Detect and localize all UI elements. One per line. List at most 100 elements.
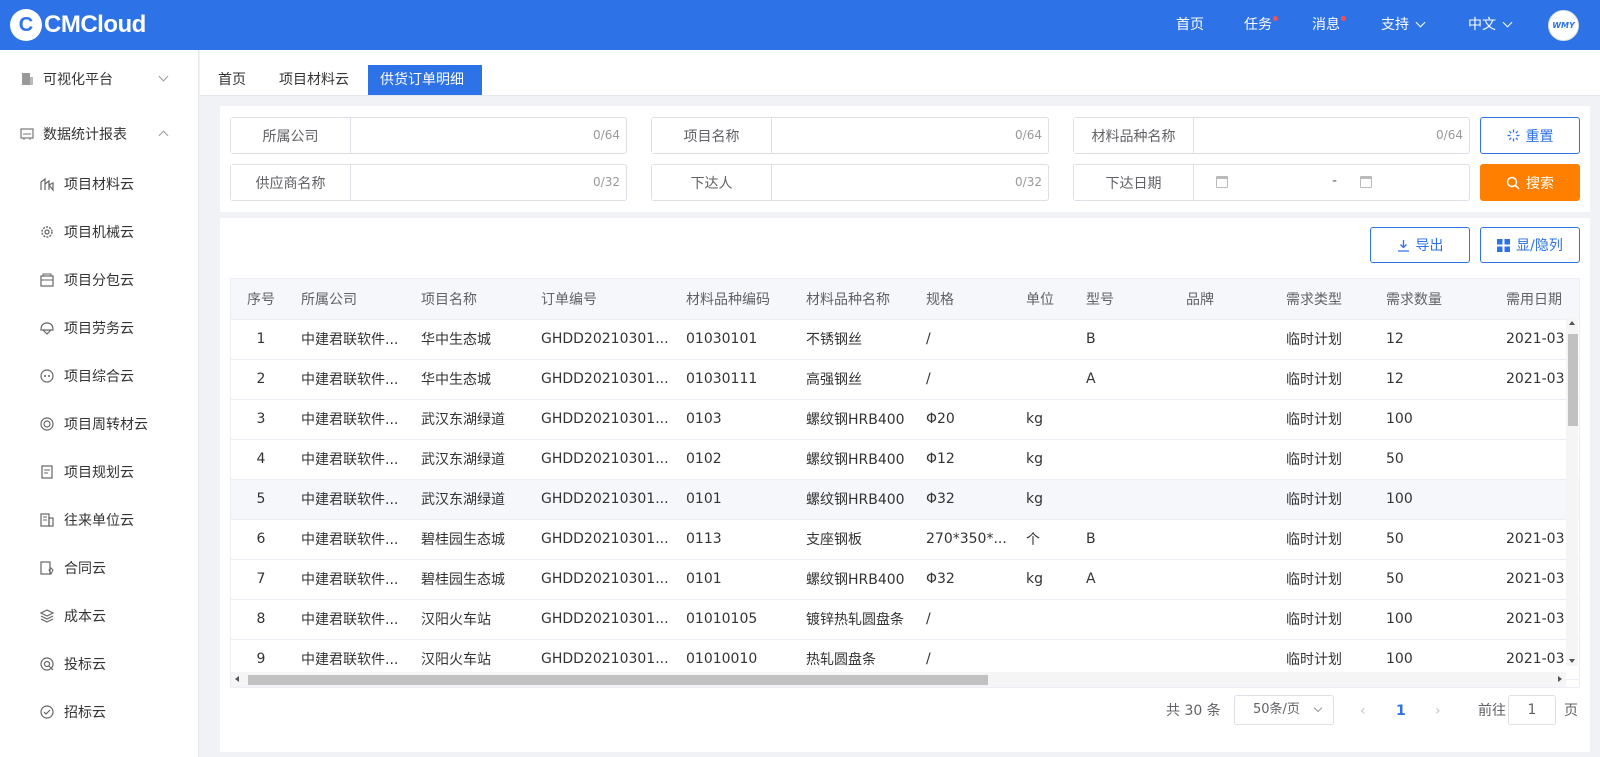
- nav-home[interactable]: 首页: [1176, 0, 1204, 50]
- sidebar-item-turnover[interactable]: 项目周转材云: [0, 409, 199, 439]
- nav-tasks[interactable]: 任务: [1244, 0, 1278, 50]
- column-header[interactable]: 项目名称: [411, 279, 531, 320]
- logo[interactable]: C CMCloud: [10, 9, 146, 41]
- building-icon: [22, 73, 33, 85]
- issuer-input[interactable]: 0/32: [772, 165, 1048, 200]
- sidebar-group-visualization[interactable]: 可视化平台: [0, 64, 199, 94]
- logo-mark: C: [10, 9, 42, 41]
- sidebar-item-label: 招标云: [64, 705, 106, 721]
- column-header[interactable]: 所属公司: [291, 279, 411, 320]
- nav-support[interactable]: 支持: [1381, 0, 1426, 50]
- scroll-down-arrow-icon[interactable]: [1569, 659, 1575, 663]
- reset-button[interactable]: 重置: [1480, 117, 1580, 154]
- table-cell: 0101: [676, 559, 796, 600]
- table-row[interactable]: 3 中建君联软件... 武汉东湖绿道 GHDD20210301... 0103 螺纹钢HR…: [231, 399, 1579, 440]
- table-cell: kg: [1016, 559, 1076, 600]
- search-button[interactable]: 搜索: [1480, 164, 1580, 201]
- messages-badge-dot: [1341, 16, 1346, 21]
- table-cell: 0113: [676, 519, 796, 560]
- column-header[interactable]: 订单编号: [531, 279, 676, 320]
- table-cell: 8: [231, 599, 291, 640]
- table-cell: kg: [1016, 439, 1076, 480]
- sidebar-item-subcontract[interactable]: 项目分包云: [0, 265, 199, 295]
- table-row[interactable]: 7 中建君联软件... 碧桂园生态城 GHDD20210301... 0101 螺纹钢HR…: [231, 559, 1579, 600]
- table-cell: 12: [1376, 359, 1496, 400]
- column-header[interactable]: 需求数量: [1376, 279, 1496, 320]
- office-building-icon: [40, 513, 54, 527]
- table-cell: 螺纹钢HRB400: [796, 439, 916, 480]
- company-input[interactable]: 0/64: [351, 118, 626, 153]
- sidebar-item-labor[interactable]: 项目劳务云: [0, 313, 199, 343]
- column-header[interactable]: 序号: [231, 279, 291, 320]
- supplier-input[interactable]: 0/32: [351, 165, 626, 200]
- table-cell: GHDD20210301...: [531, 479, 676, 520]
- filter-label: 供应商名称: [231, 165, 351, 200]
- nav-language[interactable]: 中文: [1468, 0, 1513, 50]
- column-header[interactable]: 规格: [916, 279, 1016, 320]
- nav-messages[interactable]: 消息: [1312, 0, 1346, 50]
- sidebar-item-tender[interactable]: 招标云: [0, 697, 199, 727]
- column-header[interactable]: 单位: [1016, 279, 1076, 320]
- material-input[interactable]: 0/64: [1194, 118, 1469, 153]
- bid-icon: [40, 657, 54, 671]
- export-button[interactable]: 导出: [1370, 227, 1470, 263]
- column-header[interactable]: 品牌: [1176, 279, 1276, 320]
- tender-icon: [40, 705, 54, 719]
- prev-page-button[interactable]: ‹: [1360, 696, 1366, 726]
- table-cell: 12: [1376, 319, 1496, 360]
- table-cell: 支座钢板: [796, 519, 916, 560]
- scroll-right-arrow-icon[interactable]: [1558, 676, 1562, 682]
- table-cell: 临时计划: [1276, 479, 1376, 520]
- scroll-left-arrow-icon[interactable]: [235, 676, 239, 682]
- table-row[interactable]: 5 中建君联软件... 武汉东湖绿道 GHDD20210301... 0101 螺纹钢HR…: [231, 479, 1579, 520]
- horizontal-scroll-thumb[interactable]: [248, 675, 988, 685]
- sidebar-item-bid[interactable]: 投标云: [0, 649, 199, 679]
- sidebar-group-reports[interactable]: 数据统计报表: [0, 119, 199, 149]
- table-cell: 螺纹钢HRB400: [796, 479, 916, 520]
- filter-project: 项目名称 0/64: [651, 117, 1049, 154]
- sidebar-item-partners[interactable]: 往来单位云: [0, 505, 199, 535]
- toggle-columns-button[interactable]: 显/隐列: [1480, 227, 1580, 263]
- horizontal-scrollbar[interactable]: [231, 672, 1566, 687]
- sidebar-item-cost[interactable]: 成本云: [0, 601, 199, 631]
- table-row[interactable]: 6 中建君联软件... 碧桂园生态城 GHDD20210301... 0113 支座钢板 2…: [231, 519, 1579, 560]
- tab-supply-order-detail[interactable]: 供货订单明细: [368, 65, 482, 95]
- sidebar-item-contract[interactable]: 合同云: [0, 553, 199, 583]
- chevron-down-icon: [1415, 17, 1426, 28]
- page-number-current[interactable]: 1: [1396, 696, 1406, 726]
- tab-home[interactable]: 首页: [206, 65, 258, 95]
- table-cell: [1176, 359, 1276, 400]
- table-cell: 3: [231, 399, 291, 440]
- next-page-button[interactable]: ›: [1435, 696, 1441, 726]
- sidebar-item-planning[interactable]: 项目规划云: [0, 457, 199, 487]
- sidebar-item-materials[interactable]: 项目材料云: [0, 169, 199, 199]
- tab-materials-cloud[interactable]: 项目材料云: [267, 65, 361, 95]
- table-row[interactable]: 1 中建君联软件... 华中生态城 GHDD20210301... 01030101 不锈…: [231, 319, 1579, 360]
- table-cell: 个: [1016, 519, 1076, 560]
- table-row[interactable]: 4 中建君联软件... 武汉东湖绿道 GHDD20210301... 0102 螺纹钢HR…: [231, 439, 1579, 480]
- table-row[interactable]: 2 中建君联软件... 华中生态城 GHDD20210301... 01030111 高强…: [231, 359, 1579, 400]
- table-cell: 碧桂园生态城: [411, 559, 531, 600]
- project-input[interactable]: 0/64: [772, 118, 1048, 153]
- column-header[interactable]: 需求类型: [1276, 279, 1376, 320]
- sidebar-item-machinery[interactable]: 项目机械云: [0, 217, 199, 247]
- column-header[interactable]: 材料品种编码: [676, 279, 796, 320]
- page-size-select[interactable]: 50条/页: [1234, 695, 1334, 725]
- column-header[interactable]: 材料品种名称: [796, 279, 916, 320]
- export-label: 导出: [1415, 238, 1444, 254]
- vertical-scroll-thumb[interactable]: [1568, 334, 1578, 426]
- date-range-picker[interactable]: -: [1194, 165, 1469, 200]
- column-header[interactable]: 型号: [1076, 279, 1176, 320]
- table-cell: 临时计划: [1276, 439, 1376, 480]
- table-cell: 2: [231, 359, 291, 400]
- table-cell: 临时计划: [1276, 319, 1376, 360]
- table-cell: 5: [231, 479, 291, 520]
- vertical-scrollbar[interactable]: [1566, 318, 1578, 666]
- avatar[interactable]: WMY: [1548, 10, 1579, 41]
- scroll-up-arrow-icon[interactable]: [1569, 321, 1575, 325]
- goto-page-input[interactable]: 1: [1508, 695, 1556, 725]
- table-row[interactable]: 8 中建君联软件... 汉阳火车站 GHDD20210301... 01010105 镀锌…: [231, 599, 1579, 640]
- calendar-icon: [1360, 176, 1372, 188]
- sidebar-item-comprehensive[interactable]: 项目综合云: [0, 361, 199, 391]
- column-header[interactable]: 需用日期: [1496, 279, 1579, 320]
